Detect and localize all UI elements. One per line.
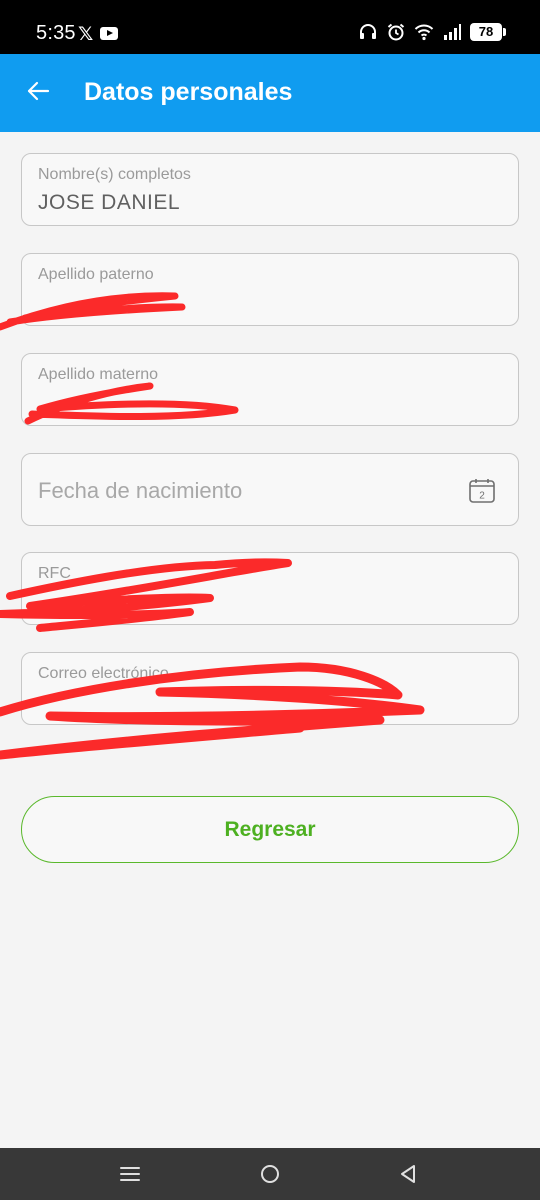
calendar-day-text: 2 xyxy=(479,491,485,502)
apellido-materno-label: Apellido materno xyxy=(38,366,159,383)
status-bar: 5:35 𝕏 78 xyxy=(0,0,540,54)
system-nav-bar xyxy=(0,1148,540,1200)
arrow-left-icon xyxy=(24,77,52,110)
calendar-icon[interactable]: 2 xyxy=(468,478,496,504)
fecha-nacimiento-field[interactable]: Fecha de nacimiento 2 xyxy=(21,453,519,526)
youtube-icon xyxy=(100,27,118,40)
battery-icon: 78 xyxy=(470,23,506,41)
correo-field[interactable]: Correo electrónico xyxy=(21,652,519,725)
x-logo-icon: 𝕏 xyxy=(78,24,94,45)
apellido-paterno-label: Apellido paterno xyxy=(38,266,154,283)
status-time: 5:35 xyxy=(36,22,76,44)
nombre-value: JOSE DANIEL xyxy=(38,191,181,214)
back-icon[interactable] xyxy=(396,1162,420,1186)
page-title: Datos personales xyxy=(84,78,293,106)
alarm-icon xyxy=(386,22,406,42)
rfc-field[interactable]: RFC xyxy=(21,552,519,625)
wifi-icon xyxy=(414,22,434,42)
correo-label: Correo electrónico xyxy=(38,665,169,682)
nombre-label: Nombre(s) completos xyxy=(38,166,191,183)
nombre-field[interactable]: Nombre(s) completos JOSE DANIEL xyxy=(21,153,519,226)
headphones-icon xyxy=(358,22,378,42)
apellido-paterno-field[interactable]: Apellido paterno xyxy=(21,253,519,326)
status-icons: 78 xyxy=(358,22,506,42)
home-icon[interactable] xyxy=(258,1162,282,1186)
regresar-label: Regresar xyxy=(224,817,316,841)
fecha-nacimiento-placeholder: Fecha de nacimiento xyxy=(38,478,243,503)
app-bar: Datos personales xyxy=(0,54,540,132)
signal-icon xyxy=(442,22,462,42)
apellido-materno-field[interactable]: Apellido materno xyxy=(21,353,519,426)
menu-icon[interactable] xyxy=(118,1162,142,1186)
back-button[interactable] xyxy=(18,74,58,112)
rfc-label: RFC xyxy=(38,565,71,582)
regresar-button[interactable]: Regresar xyxy=(21,796,519,863)
